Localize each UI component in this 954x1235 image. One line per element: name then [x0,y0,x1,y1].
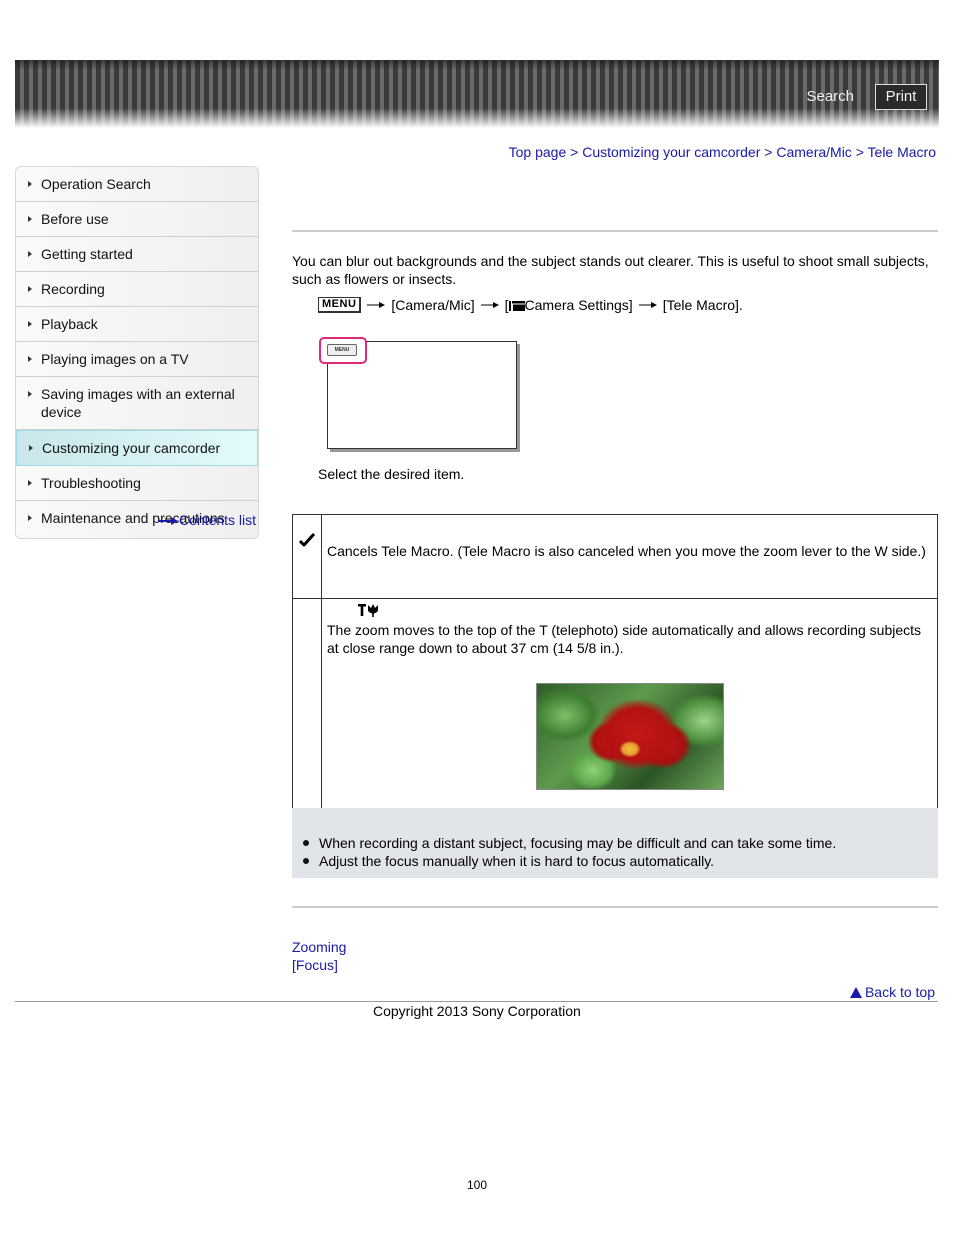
triangle-right-icon [28,286,32,292]
step-camera-settings-label: Camera Settings] [524,297,633,313]
back-to-top-link[interactable]: Back to top [849,984,935,1000]
arrow-right-icon [158,517,178,526]
breadcrumb-top-page[interactable]: Top page [509,144,567,160]
footer-divider [15,1001,938,1002]
title-divider [292,230,938,232]
triangle-up-icon [849,987,862,998]
sidebar-item-label: Recording [41,281,105,297]
menu-button-icon: MENU [318,297,362,313]
triangle-right-icon [28,356,32,362]
sidebar-item-label: Customizing your camcorder [42,440,221,456]
sidebar-item-label: Operation Search [41,176,151,192]
sidebar-item-playback[interactable]: Playback [16,307,258,342]
notes-list: When recording a distant subject, focusi… [302,834,836,870]
option-icon-cell [292,514,322,599]
breadcrumb-separator: > [764,144,773,160]
page-number: 100 [467,1178,488,1192]
triangle-right-icon [28,321,32,327]
breadcrumb-separator: > [855,144,864,160]
triangle-right-icon [29,445,33,451]
breadcrumb-customizing[interactable]: Customizing your camcorder [582,144,760,160]
breadcrumb-camera-mic[interactable]: Camera/Mic [776,144,851,160]
notes-box: When recording a distant subject, focusi… [292,808,938,878]
checkmark-icon [299,532,315,547]
search-link[interactable]: Search [806,88,854,105]
hibiscus-flower-image [536,683,724,790]
related-topics: Zooming [Focus] [292,938,346,974]
sidebar-item-operation-search[interactable]: Operation Search [16,167,258,202]
tele-macro-icon [358,604,378,617]
header-bar: Search Print [15,60,939,128]
note-item: When recording a distant subject, focusi… [302,834,836,852]
copyright-text: Copyright 2013 Sony Corporation [373,1003,581,1019]
triangle-right-icon [28,515,32,521]
option-row-on: The zoom moves to the top of the T (tele… [292,598,938,811]
triangle-right-icon [28,181,32,187]
screen-menu-button: MENU [327,344,357,356]
option-icon-cell [292,598,322,811]
step-tele-macro: [Tele Macro]. [662,297,743,313]
menu-steps: MENU [Camera/Mic] [Camera Settings] [Tel… [318,297,743,313]
sidebar-item-before-use[interactable]: Before use [16,202,258,237]
step-camera-settings: [Camera Settings] [505,297,633,313]
option-description: The zoom moves to the top of the T (tele… [327,622,922,656]
sidebar-item-label: Saving images with an external device [41,386,235,420]
breadcrumb-separator: > [570,144,579,160]
sidebar-item-label: Getting started [41,246,133,262]
step-camera-mic: [Camera/Mic] [391,297,475,313]
sidebar-nav: Operation Search Before use Getting star… [15,166,259,539]
intro-text: You can blur out backgrounds and the sub… [292,253,929,287]
triangle-right-icon [28,251,32,257]
camera-icon [508,301,525,311]
sidebar-item-saving-images[interactable]: Saving images with an external device [16,377,258,430]
arrow-right-icon [638,302,657,308]
options-table: Cancels Tele Macro. (Tele Macro is also … [292,514,938,811]
arrow-right-icon [480,302,499,308]
triangle-right-icon [28,480,32,486]
sidebar-item-label: Playing images on a TV [41,351,189,367]
sidebar-item-recording[interactable]: Recording [16,272,258,307]
sidebar-item-getting-started[interactable]: Getting started [16,237,258,272]
sidebar-item-troubleshooting[interactable]: Troubleshooting [16,466,258,501]
sidebar-item-customizing[interactable]: Customizing your camcorder [16,430,258,466]
sidebar-item-label: Before use [41,211,109,227]
related-link-zooming[interactable]: Zooming [292,938,346,956]
back-to-top-label: Back to top [864,984,935,1000]
sidebar-item-label: Playback [41,316,98,332]
triangle-right-icon [28,391,32,397]
triangle-right-icon [28,216,32,222]
sidebar-item-playing-on-tv[interactable]: Playing images on a TV [16,342,258,377]
sidebar-item-label: Troubleshooting [41,475,141,491]
related-divider [292,906,938,908]
note-item: Adjust the focus manually when it is har… [302,852,836,870]
breadcrumb-tele-macro[interactable]: Tele Macro [868,144,936,160]
menu-highlight-frame: MENU [319,337,367,364]
select-instruction: Select the desired item. [318,466,465,482]
contents-list-link[interactable]: Contents list [158,512,256,528]
arrow-right-icon [367,302,386,308]
option-description: Cancels Tele Macro. (Tele Macro is also … [321,514,938,599]
option-description-cell: The zoom moves to the top of the T (tele… [321,598,938,811]
print-button[interactable]: Print [875,84,927,110]
related-link-focus[interactable]: [Focus] [292,956,346,974]
option-row-off: Cancels Tele Macro. (Tele Macro is also … [292,514,938,599]
contents-list-label: Contents list [179,512,257,528]
breadcrumb: Top page > Customizing your camcorder > … [509,144,936,160]
